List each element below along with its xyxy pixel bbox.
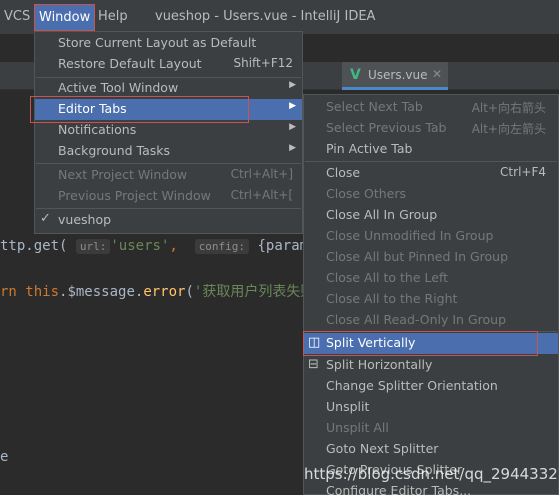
window-title: vueshop - Users.vue - IntelliJ IDEA (155, 9, 376, 24)
code-line[interactable]: ttp.get( url:'users', config: {params: t (0, 238, 342, 254)
code-line[interactable]: rn this.$message.error('获取用户列表失败! (0, 281, 323, 301)
menu-item-label: Previous Project Window (58, 188, 211, 203)
code-line[interactable]: e (0, 449, 8, 465)
split-horizontally-icon: ⊟ (308, 357, 319, 372)
menu-item-split-horizontally[interactable]: ⊟ Split Horizontally (304, 355, 558, 376)
code-token: ttp.get( (0, 238, 68, 254)
menu-item-shortcut: Alt+向右箭头 (471, 101, 546, 115)
code-token: ( (185, 284, 194, 300)
menu-item-shortcut: Alt+向左箭头 (471, 122, 546, 136)
param-hint-config: config: (194, 239, 250, 254)
menu-vcs[interactable]: VCS (4, 9, 30, 24)
menu-separator (36, 163, 301, 164)
menu-item-store-layout[interactable]: Store Current Layout as Default (35, 33, 302, 54)
menu-item-close-all-read-only[interactable]: Close All Read-Only In Group (304, 310, 558, 331)
vue-file-icon: V (350, 67, 361, 83)
menu-item-editor-tabs[interactable]: Editor Tabs ▶ (35, 99, 302, 120)
menu-item-restore-layout[interactable]: Restore Default Layout Shift+F12 (35, 54, 302, 75)
split-vertically-icon: ◫ (308, 335, 321, 350)
menu-item-close-all-in-group[interactable]: Close All In Group (304, 205, 558, 226)
menu-item-active-tool-window[interactable]: Active Tool Window ▶ (35, 78, 302, 99)
menu-item-label: Close All to the Right (326, 291, 458, 306)
menu-item-label: Close All but Pinned In Group (326, 249, 509, 264)
menu-item-label: Split Vertically (326, 335, 416, 350)
menu-item-close-all-but-pinned[interactable]: Close All but Pinned In Group (304, 247, 558, 268)
menu-item-label: Configure Editor Tabs... (326, 483, 472, 495)
code-string: 'users' (110, 238, 170, 254)
menu-item-label: Editor Tabs (58, 101, 127, 116)
menu-item-label: Close All In Group (326, 207, 438, 222)
menu-item-label: Change Splitter Orientation (326, 378, 498, 393)
submenu-arrow-icon: ▶ (289, 143, 296, 153)
menu-item-label: Restore Default Layout (58, 56, 202, 71)
code-token: , (169, 238, 178, 254)
menu-item-label: Unsplit (326, 399, 370, 414)
menu-item-label: Notifications (58, 122, 137, 137)
menu-item-label: Store Current Layout as Default (58, 35, 257, 50)
menu-item-shortcut: Shift+F12 (233, 56, 293, 70)
menu-item-label: Close All Read-Only In Group (326, 312, 507, 327)
menu-item-label: vueshop (58, 212, 112, 227)
submenu-arrow-icon: ▶ (289, 122, 296, 132)
menu-item-select-next-tab[interactable]: Select Next Tab Alt+向右箭头 (304, 97, 558, 118)
menu-window[interactable]: Window (34, 4, 96, 31)
menu-help[interactable]: Help (98, 9, 128, 24)
code-keyword: rn (0, 284, 26, 300)
menu-bar: VCS Window Help vueshop - Users.vue - In… (0, 0, 559, 34)
menu-item-next-project-window[interactable]: Next Project Window Ctrl+Alt+] (35, 165, 302, 186)
menu-item-label: Goto Next Splitter (326, 441, 439, 456)
menu-item-close[interactable]: Close Ctrl+F4 (304, 163, 558, 184)
watermark: https://blog.csdn.net/qq_29443327 (304, 465, 559, 483)
menu-item-shortcut: Ctrl+Alt+] (230, 167, 293, 181)
menu-item-label: Unsplit All (326, 420, 389, 435)
menu-item-configure-editor-tabs[interactable]: Configure Editor Tabs... (304, 481, 558, 495)
menu-item-label: Close Others (326, 186, 407, 201)
menu-item-shortcut: Ctrl+F4 (500, 165, 546, 179)
window-menu: Store Current Layout as Default Restore … (34, 31, 303, 234)
menu-item-label: Next Project Window (58, 167, 188, 182)
menu-item-background-tasks[interactable]: Background Tasks ▶ (35, 141, 302, 162)
menu-separator (305, 161, 557, 162)
menu-item-unsplit[interactable]: Unsplit (304, 397, 558, 418)
menu-item-label: Select Previous Tab (326, 120, 447, 135)
menu-separator (305, 331, 557, 332)
submenu-arrow-icon: ▶ (289, 101, 296, 111)
menu-item-close-others[interactable]: Close Others (304, 184, 558, 205)
menu-item-unsplit-all[interactable]: Unsplit All (304, 418, 558, 439)
menu-item-label: Split Horizontally (326, 357, 433, 372)
menu-item-goto-next-splitter[interactable]: Goto Next Splitter (304, 439, 558, 460)
menu-separator (36, 208, 301, 209)
menu-item-label: Pin Active Tab (326, 141, 413, 156)
menu-item-label: Close (326, 165, 361, 180)
menu-item-label: Close Unmodified In Group (326, 228, 494, 243)
menu-item-label: Background Tasks (58, 143, 171, 158)
menu-item-split-vertically[interactable]: ◫ Split Vertically (304, 333, 558, 354)
close-icon[interactable]: ✕ (432, 67, 442, 81)
menu-item-close-all-left[interactable]: Close All to the Left (304, 268, 558, 289)
menu-item-close-all-right[interactable]: Close All to the Right (304, 289, 558, 310)
submenu-arrow-icon: ▶ (289, 80, 296, 90)
param-hint-url: url: (75, 239, 111, 254)
tab-label: Users.vue (368, 68, 428, 82)
code-token: $message (67, 284, 135, 300)
tab-users-vue[interactable]: V Users.vue ✕ (342, 62, 448, 90)
menu-item-select-previous-tab[interactable]: Select Previous Tab Alt+向左箭头 (304, 118, 558, 139)
code-keyword: this (25, 284, 60, 300)
code-function: error (143, 284, 186, 300)
menu-item-label: Active Tool Window (58, 80, 179, 95)
menu-item-pin-active-tab[interactable]: Pin Active Tab (304, 139, 558, 160)
menu-item-label: Close All to the Left (326, 270, 449, 285)
menu-item-previous-project-window[interactable]: Previous Project Window Ctrl+Alt+[ (35, 186, 302, 207)
checkmark-icon: ✓ (40, 211, 51, 226)
menu-item-notifications[interactable]: Notifications ▶ (35, 120, 302, 141)
editor-tabs-submenu: Select Next Tab Alt+向右箭头 Select Previous… (303, 94, 559, 495)
menu-item-change-splitter-orientation[interactable]: Change Splitter Orientation (304, 376, 558, 397)
menu-item-shortcut: Ctrl+Alt+[ (230, 188, 293, 202)
menu-item-close-unmodified[interactable]: Close Unmodified In Group (304, 226, 558, 247)
menu-item-label: Select Next Tab (326, 99, 423, 114)
menu-item-project-vueshop[interactable]: ✓ vueshop (35, 210, 302, 231)
